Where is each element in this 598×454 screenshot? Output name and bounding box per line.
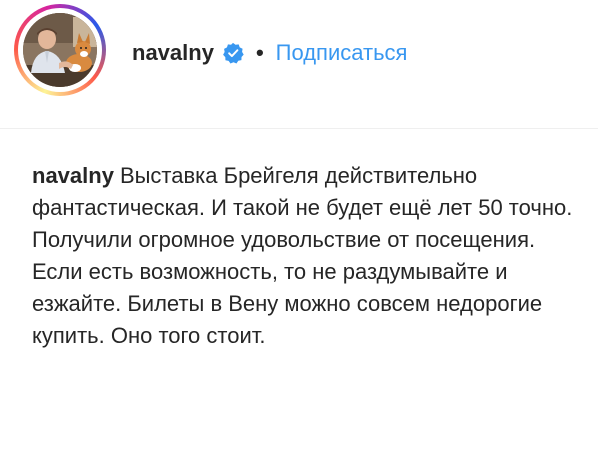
verified-badge-icon bbox=[222, 42, 244, 64]
story-ring[interactable] bbox=[14, 4, 106, 96]
caption-text: Выставка Брейгеля действительно фантасти… bbox=[32, 163, 573, 348]
follow-button[interactable]: Подписаться bbox=[276, 40, 408, 66]
post-caption: navalny Выставка Брейгеля действительно ф… bbox=[32, 160, 580, 352]
avatar-image bbox=[23, 13, 97, 87]
avatar-ring-gap bbox=[18, 8, 102, 92]
separator-dot: • bbox=[255, 40, 264, 65]
username-row: navalny • Подписаться bbox=[132, 38, 407, 68]
username-link[interactable]: navalny bbox=[132, 40, 214, 66]
avatar[interactable] bbox=[23, 13, 97, 87]
header-divider bbox=[0, 128, 598, 129]
caption-username-link[interactable]: navalny bbox=[32, 163, 114, 188]
post-header: navalny • Подписаться bbox=[0, 0, 598, 112]
